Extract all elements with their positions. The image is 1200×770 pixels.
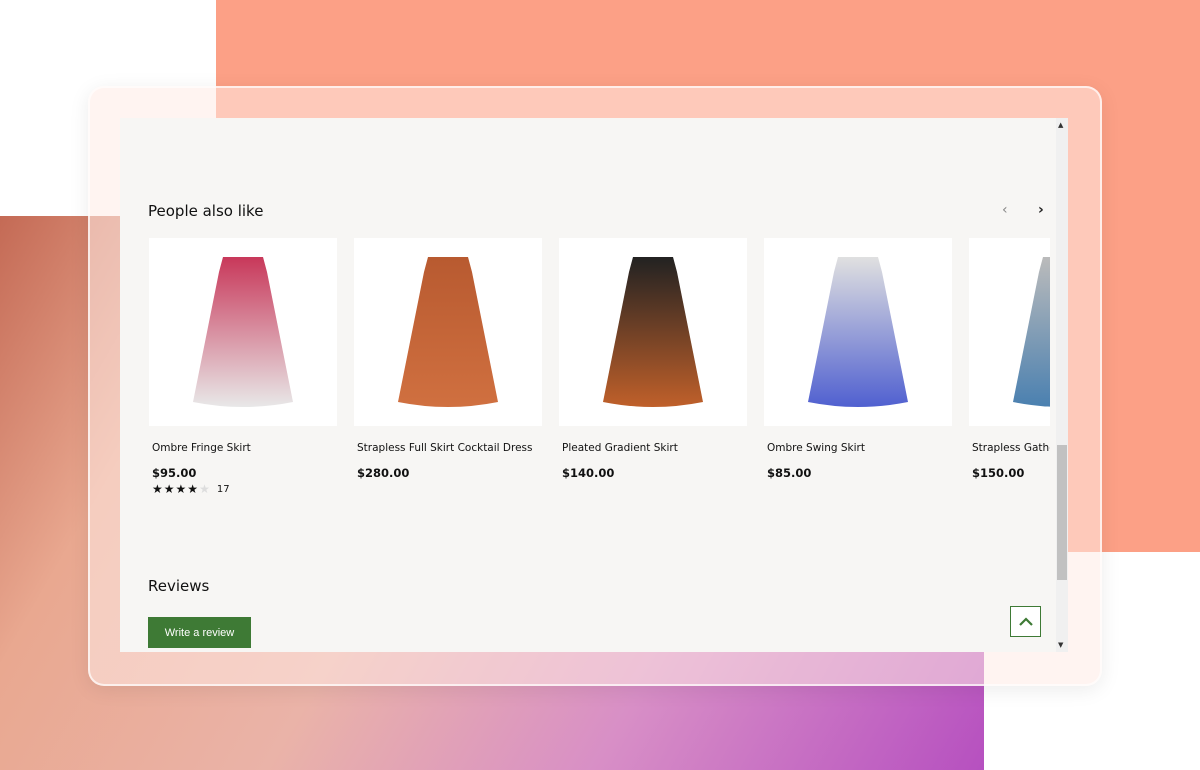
product-card[interactable]: Pleated Gradient Skirt $140.00 bbox=[559, 238, 747, 480]
product-card[interactable]: Strapless Gathered Dress $150.00 bbox=[969, 238, 1050, 480]
product-name[interactable]: Strapless Full Skirt Cocktail Dress bbox=[357, 442, 542, 454]
product-price: $150.00 bbox=[972, 466, 1025, 480]
carousel-next-button[interactable]: › bbox=[1038, 202, 1044, 218]
product-image[interactable] bbox=[969, 238, 1050, 426]
product-name[interactable]: Strapless Gathered Dress bbox=[972, 442, 1050, 454]
chevron-up-icon bbox=[1018, 617, 1033, 626]
star-icon: ★ bbox=[199, 482, 210, 496]
product-name[interactable]: Ombre Swing Skirt bbox=[767, 442, 952, 454]
scrollbar-thumb[interactable] bbox=[1057, 445, 1067, 580]
product-price: $95.00 bbox=[152, 466, 197, 480]
rating-count: 17 bbox=[216, 483, 230, 495]
scroll-down-icon[interactable]: ▼ bbox=[1058, 641, 1063, 649]
product-name[interactable]: Ombre Fringe Skirt bbox=[152, 442, 337, 454]
back-to-top-button[interactable] bbox=[1010, 606, 1041, 637]
star-icon: ★ bbox=[187, 482, 199, 496]
product-name[interactable]: Pleated Gradient Skirt bbox=[562, 442, 747, 454]
dress-illustration bbox=[808, 257, 908, 407]
product-price: $85.00 bbox=[767, 466, 812, 480]
star-icon: ★ bbox=[175, 482, 187, 496]
product-card[interactable]: Ombre Fringe Skirt $95.00 ★ ★ ★ ★ ★ 17 bbox=[149, 238, 337, 496]
dress-illustration bbox=[398, 257, 498, 407]
star-rating: ★ ★ ★ ★ ★ 17 bbox=[152, 482, 337, 496]
product-carousel: Ombre Fringe Skirt $95.00 ★ ★ ★ ★ ★ 17 Straple… bbox=[149, 238, 1050, 498]
star-icon: ★ bbox=[163, 482, 175, 496]
product-image[interactable] bbox=[559, 238, 747, 426]
product-image[interactable] bbox=[354, 238, 542, 426]
scroll-up-icon[interactable]: ▲ bbox=[1058, 121, 1063, 129]
write-review-button[interactable]: Write a review bbox=[148, 617, 251, 648]
section-title: People also like bbox=[148, 202, 264, 220]
scrollbar[interactable]: ▲ ▼ bbox=[1056, 118, 1068, 652]
star-icon: ★ bbox=[152, 482, 163, 496]
carousel-prev-button[interactable]: ‹ bbox=[1002, 202, 1008, 218]
dress-illustration bbox=[1013, 257, 1050, 407]
product-card[interactable]: Strapless Full Skirt Cocktail Dress $280… bbox=[354, 238, 542, 480]
product-page: People also like ‹ › Ombre Fringe Skirt … bbox=[120, 118, 1068, 652]
product-image[interactable] bbox=[764, 238, 952, 426]
dress-illustration bbox=[603, 257, 703, 407]
product-price: $280.00 bbox=[357, 466, 410, 480]
product-price: $140.00 bbox=[562, 466, 615, 480]
product-image[interactable] bbox=[149, 238, 337, 426]
reviews-title: Reviews bbox=[148, 577, 210, 595]
dress-illustration bbox=[193, 257, 293, 407]
product-card[interactable]: Ombre Swing Skirt $85.00 bbox=[764, 238, 952, 480]
